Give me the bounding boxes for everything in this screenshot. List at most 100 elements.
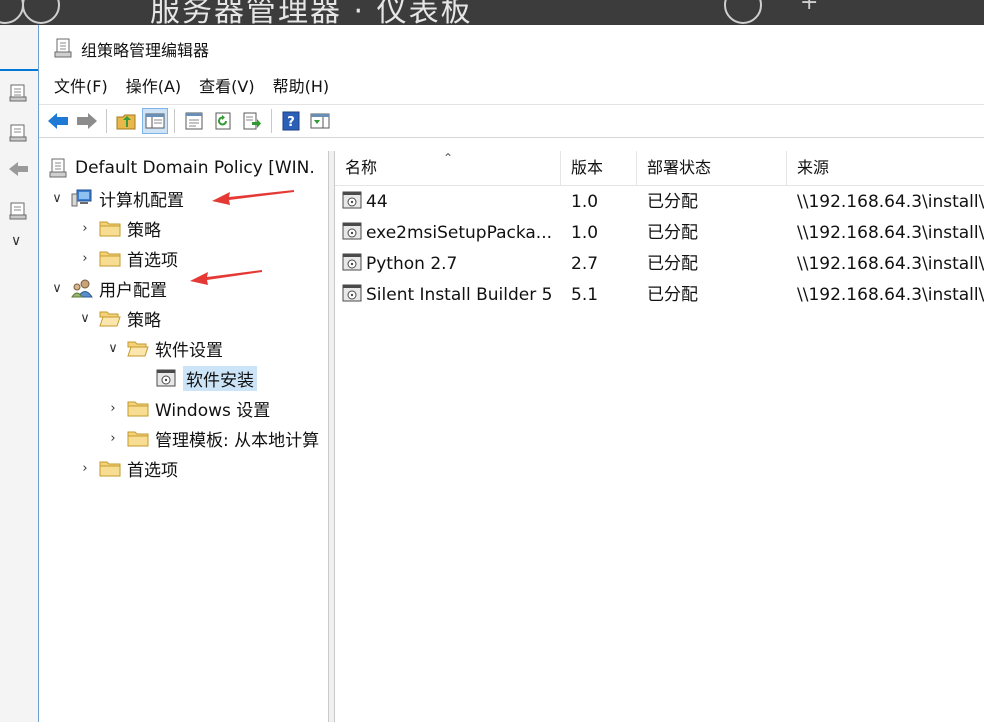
users-icon (71, 279, 93, 298)
package-name: exe2msiSetupPacka... (366, 223, 553, 243)
tree-item-computer-configuration[interactable]: ∨ 计算机配置 (49, 183, 184, 213)
table-row[interactable]: exe2msiSetupPacka... 1.0 已分配 \\192.168.6… (335, 218, 984, 249)
policy-document-icon[interactable] (8, 83, 28, 103)
software-package-icon (342, 253, 362, 271)
tree-item-software-installation[interactable]: 软件安装 (133, 363, 257, 393)
help-icon: ? (282, 111, 300, 131)
package-version: 5.1 (571, 285, 599, 305)
package-source: \\192.168.64.3\install\ (797, 254, 984, 274)
table-row[interactable]: Silent Install Builder 5 5.1 已分配 \\192.1… (335, 280, 984, 311)
tree-item-user-preferences[interactable]: › 首选项 (77, 453, 178, 483)
package-source: \\192.168.64.3\install\ (797, 192, 984, 212)
menu-view[interactable]: 查看(V) (190, 72, 263, 102)
software-package-icon (156, 369, 176, 387)
tree-label: 管理模板: 从本地计算 (155, 430, 320, 451)
back-button[interactable] (45, 108, 71, 134)
tree-item-user-policies[interactable]: ∨ 策略 (77, 303, 161, 333)
chevron-right-icon[interactable]: › (77, 221, 93, 236)
menu-help[interactable]: 帮助(H) (264, 72, 339, 102)
window-title: 组策略管理编辑器 (81, 41, 210, 60)
svg-text:?: ? (287, 115, 295, 130)
chevron-down-icon[interactable]: ∨ (49, 191, 65, 206)
background-window-title: 服务器管理器 · 仪表板 (150, 0, 473, 25)
table-row[interactable]: Python 2.7 2.7 已分配 \\192.168.64.3\instal… (335, 249, 984, 280)
tree-item-user-configuration[interactable]: ∨ 用户配置 (49, 273, 167, 303)
chevron-down-icon[interactable]: ∨ (77, 311, 93, 326)
chevron-right-icon[interactable]: › (105, 431, 121, 446)
column-header-version[interactable]: 版本 (561, 151, 637, 185)
sort-ascending-icon: ⌃ (443, 151, 454, 165)
chevron-down-icon[interactable]: ∨ (49, 281, 65, 296)
up-one-level-button[interactable] (113, 108, 139, 134)
policy-document-icon[interactable] (8, 201, 28, 221)
tree-label: 策略 (127, 220, 161, 241)
tree-item-windows-settings[interactable]: › Windows 设置 (105, 393, 270, 423)
chevron-down-icon[interactable]: ∨ (11, 233, 21, 249)
toolbar-separator (106, 109, 107, 133)
software-package-icon (342, 284, 362, 302)
package-version: 1.0 (571, 192, 599, 212)
result-list: ⌃ 名称 版本 部署状态 来源 44 1.0 已分配 \\192.168.64.… (335, 151, 984, 722)
column-header-deployment-state[interactable]: 部署状态 (637, 151, 787, 185)
package-source: \\192.168.64.3\install\ (797, 223, 984, 243)
show-action-pane-icon (310, 113, 330, 129)
tree-label: 软件设置 (155, 340, 223, 361)
package-name: 44 (366, 192, 388, 212)
package-name: Silent Install Builder 5 (366, 285, 553, 305)
background-window-titlebar: 服务器管理器 · 仪表板 + (0, 0, 984, 25)
tree-label: 用户配置 (99, 280, 167, 301)
list-header: ⌃ 名称 版本 部署状态 来源 (335, 151, 984, 186)
refresh-icon (215, 112, 231, 130)
background-circle-icon (724, 0, 762, 24)
help-button[interactable]: ? (278, 108, 304, 134)
package-source: \\192.168.64.3\install\ (797, 285, 984, 305)
menu-bar: 文件(F) 操作(A) 查看(V) 帮助(H) (39, 70, 984, 104)
table-row[interactable]: 44 1.0 已分配 \\192.168.64.3\install\ (335, 187, 984, 218)
deployment-state: 已分配 (647, 254, 698, 274)
toolbar: ? (39, 104, 984, 138)
tree-item-computer-preferences[interactable]: › 首选项 (77, 243, 178, 273)
tree-label: Windows 设置 (155, 400, 271, 421)
chevron-down-icon[interactable]: ∨ (105, 341, 121, 356)
tree-item-software-settings[interactable]: ∨ 软件设置 (105, 333, 223, 363)
annotation-arrow-icon (212, 190, 294, 205)
tree-label: 软件安装 (183, 365, 257, 391)
folder-icon (99, 221, 121, 237)
tree-item-admin-templates[interactable]: › 管理模板: 从本地计算 (105, 423, 319, 453)
show-hide-tree-icon (145, 113, 165, 129)
tree-label: 首选项 (127, 460, 178, 481)
export-list-button[interactable] (239, 108, 265, 134)
tree-item-root[interactable]: Default Domain Policy [WIN. (47, 153, 315, 183)
forward-icon (77, 113, 97, 129)
package-version: 1.0 (571, 223, 599, 243)
column-header-source[interactable]: 来源 (787, 151, 984, 185)
show-hide-tree-button[interactable] (142, 108, 168, 134)
policy-document-icon[interactable] (8, 123, 28, 143)
background-plus-icon: + (800, 0, 819, 15)
back-arrow-icon[interactable] (7, 159, 31, 179)
software-package-icon (342, 191, 362, 209)
column-header-name[interactable]: ⌃ 名称 (335, 151, 561, 185)
menu-file[interactable]: 文件(F) (45, 72, 117, 102)
window-titlebar: 组策略管理编辑器 (39, 25, 984, 70)
computer-icon (71, 189, 92, 207)
chevron-right-icon[interactable]: › (77, 461, 93, 476)
refresh-button[interactable] (210, 108, 236, 134)
menu-action[interactable]: 操作(A) (117, 72, 190, 102)
open-folder-icon (127, 341, 149, 357)
folder-icon (99, 251, 121, 267)
content-area: Default Domain Policy [WIN. ∨ 计算机配置 › 策略… (39, 151, 984, 722)
group-policy-app-icon (54, 38, 72, 58)
toolbar-separator (271, 109, 272, 133)
software-package-icon (342, 222, 362, 240)
open-folder-icon (99, 311, 121, 327)
chevron-right-icon[interactable]: › (77, 251, 93, 266)
show-action-pane-button[interactable] (307, 108, 333, 134)
chevron-right-icon[interactable]: › (105, 401, 121, 416)
tree-label: 策略 (127, 310, 161, 331)
folder-icon (127, 401, 149, 417)
properties-button[interactable] (181, 108, 207, 134)
forward-button[interactable] (74, 108, 100, 134)
deployment-state: 已分配 (647, 285, 698, 305)
tree-item-computer-policies[interactable]: › 策略 (77, 213, 161, 243)
